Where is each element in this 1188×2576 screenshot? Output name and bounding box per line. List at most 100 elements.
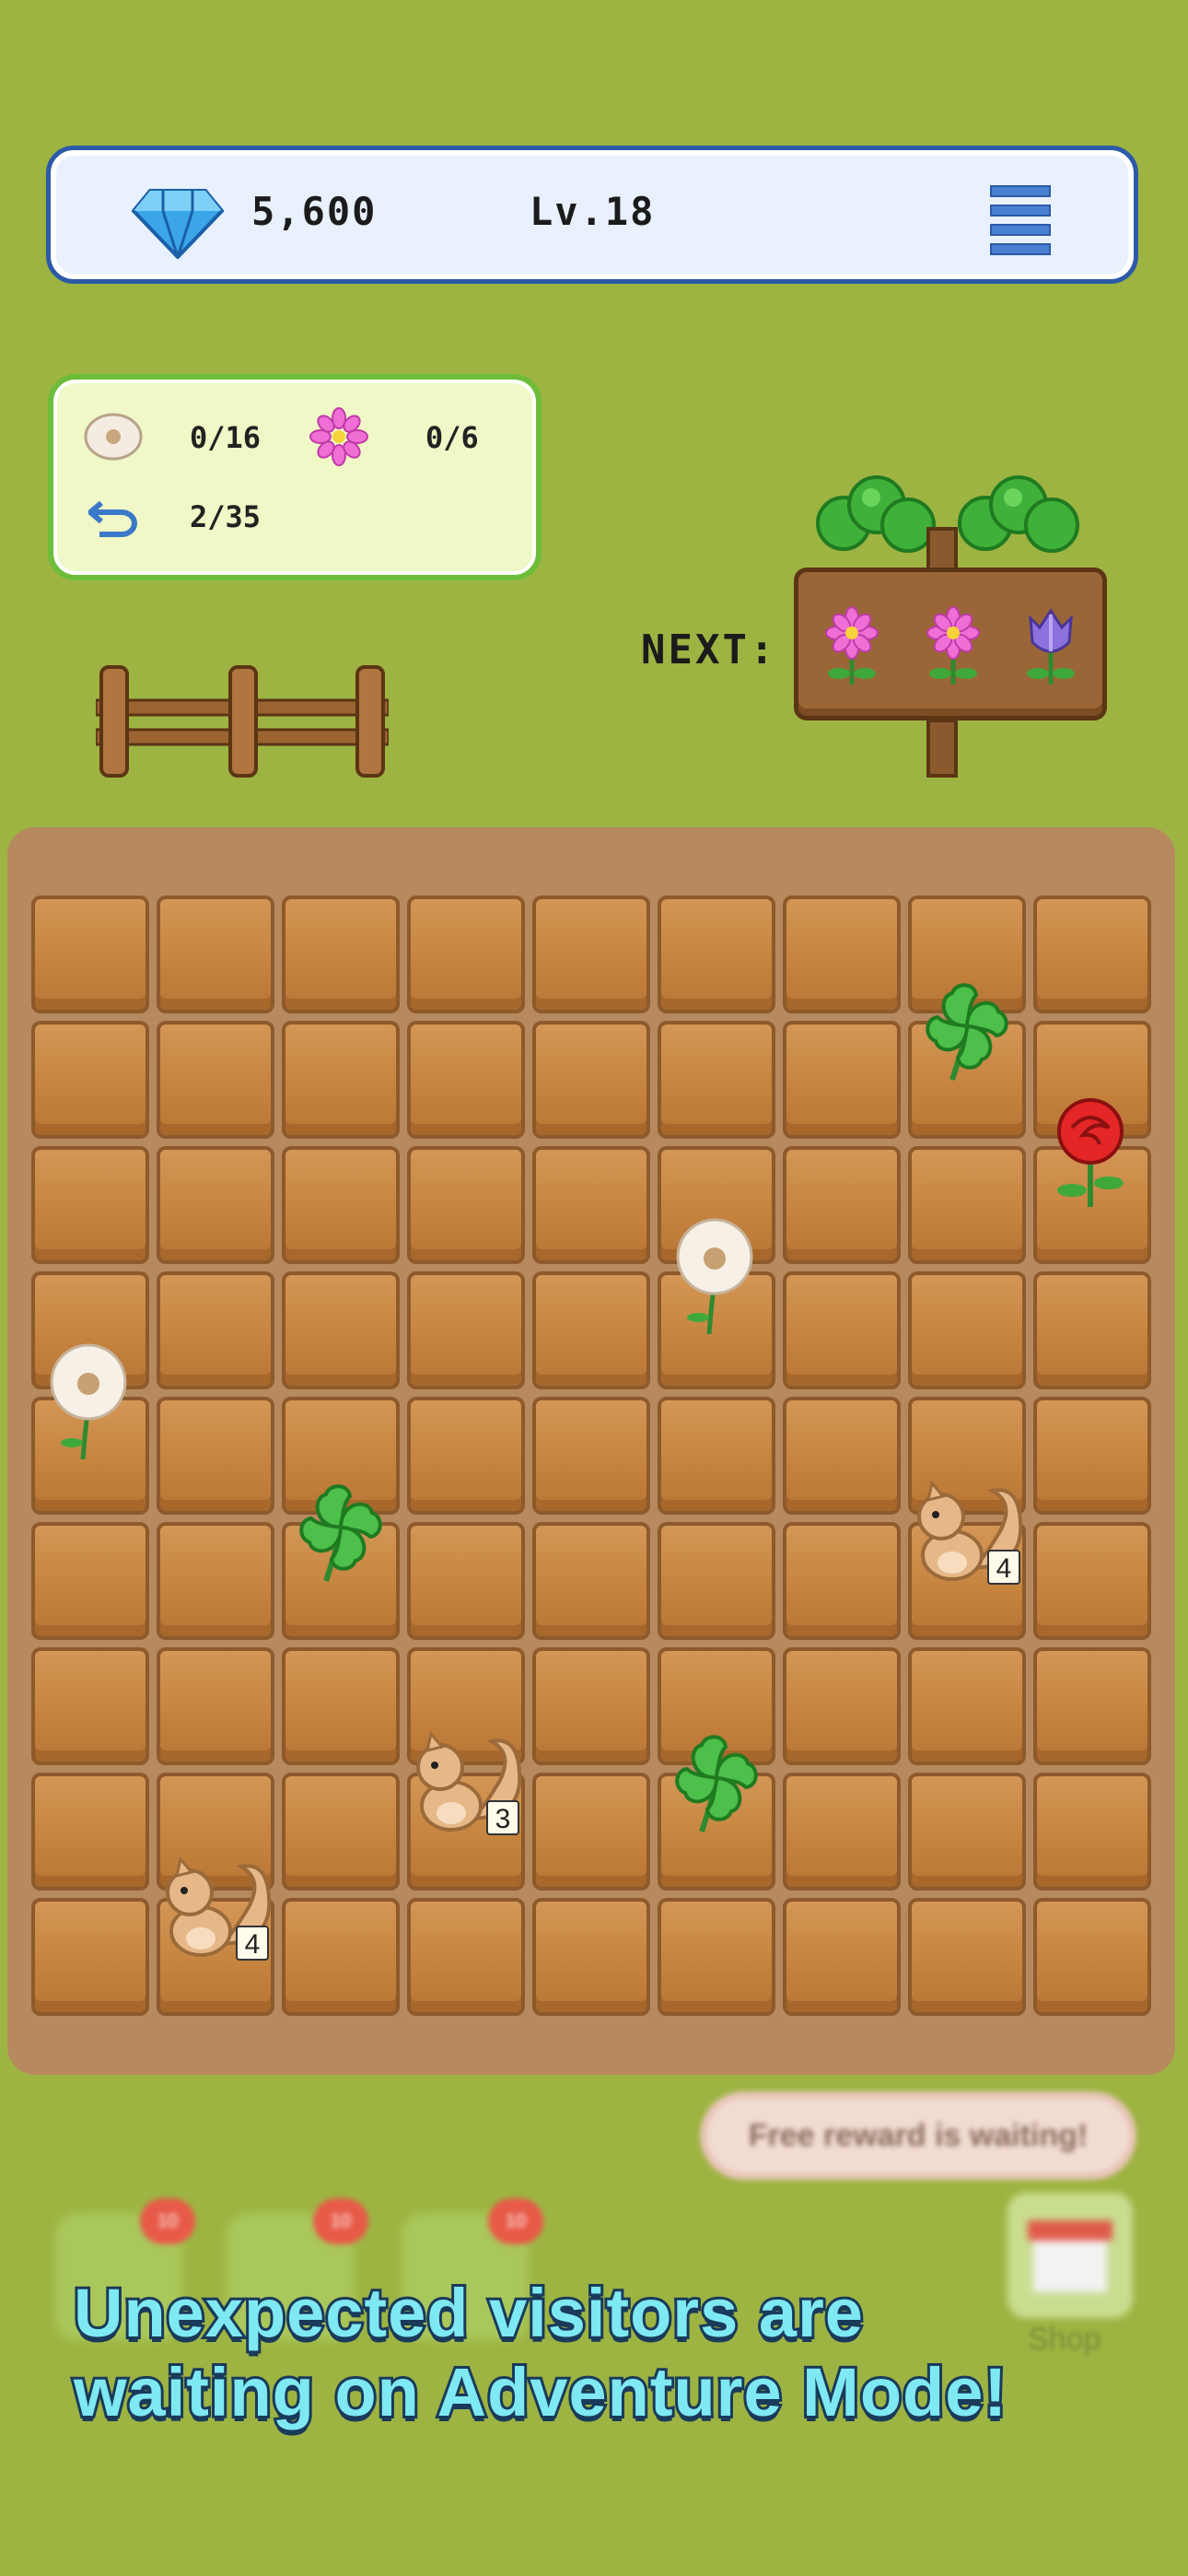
- game-board[interactable]: 4 3 4: [31, 896, 1155, 2020]
- rose-piece[interactable]: [1030, 1091, 1155, 1216]
- board-tile[interactable]: [282, 1898, 400, 2016]
- board-tile[interactable]: [157, 1271, 274, 1389]
- board-tile[interactable]: [1033, 1397, 1151, 1515]
- board-tile[interactable]: [532, 1021, 650, 1139]
- board-tile[interactable]: [282, 1773, 400, 1891]
- sign-post: [926, 527, 958, 573]
- board-tile[interactable]: [532, 1271, 650, 1389]
- moves-count: 2/35: [190, 499, 262, 534]
- booster-badge: 10: [313, 2198, 368, 2244]
- board-tile[interactable]: [282, 1021, 400, 1139]
- board-tile[interactable]: [783, 1522, 901, 1640]
- pink-flower-icon: [926, 606, 980, 685]
- piece-count-badge: 4: [987, 1550, 1020, 1585]
- board-tile[interactable]: [532, 1773, 650, 1891]
- board-tile[interactable]: [1033, 1647, 1151, 1765]
- fence-decoration: [96, 665, 389, 778]
- purple-tulip-icon: [1027, 608, 1075, 685]
- board-tile[interactable]: [1033, 1773, 1151, 1891]
- player-level: Lv.18: [530, 189, 656, 234]
- board-tile[interactable]: [31, 1522, 149, 1640]
- board-tile[interactable]: [532, 1146, 650, 1264]
- board-tile[interactable]: [532, 896, 650, 1013]
- pink-flower-goal-icon: [309, 407, 368, 466]
- dandelion-goal-icon: [84, 413, 143, 461]
- piece-count-badge: 3: [486, 1800, 519, 1835]
- board-tile[interactable]: [532, 1898, 650, 2016]
- board-tile[interactable]: [908, 1647, 1026, 1765]
- board-tile[interactable]: [1033, 1898, 1151, 2016]
- clover-piece[interactable]: [278, 1467, 403, 1592]
- board-tile[interactable]: [1033, 896, 1151, 1013]
- board-tile[interactable]: [407, 1146, 525, 1264]
- board-tile[interactable]: [908, 1271, 1026, 1389]
- squirrel-piece[interactable]: 4: [153, 1843, 278, 1968]
- dandelion-goal-count: 0/16: [190, 420, 262, 455]
- board-tile[interactable]: [908, 1146, 1026, 1264]
- board-tile[interactable]: [157, 1397, 274, 1515]
- board-tile[interactable]: [658, 896, 775, 1013]
- board-tile[interactable]: [31, 896, 149, 1013]
- board-tile[interactable]: [407, 1271, 525, 1389]
- board-tile[interactable]: [31, 1146, 149, 1264]
- board-tile[interactable]: [407, 1021, 525, 1139]
- dandelion-piece[interactable]: [654, 1216, 779, 1341]
- squirrel-piece[interactable]: 4: [904, 1467, 1030, 1592]
- goals-panel: 0/16 0/6 2/35: [48, 374, 542, 580]
- board-tile[interactable]: [908, 1773, 1026, 1891]
- board-tile[interactable]: [31, 1021, 149, 1139]
- board-tile[interactable]: [31, 1898, 149, 2016]
- board-tile[interactable]: [282, 1271, 400, 1389]
- booster-badge: 10: [488, 2198, 543, 2244]
- board-tile[interactable]: [31, 1647, 149, 1765]
- board-tile[interactable]: [1033, 1271, 1151, 1389]
- board-tile[interactable]: [157, 1021, 274, 1139]
- booster-badge: 10: [140, 2198, 195, 2244]
- board-tile[interactable]: [282, 896, 400, 1013]
- board-tile[interactable]: [532, 1397, 650, 1515]
- board-tile[interactable]: [157, 1146, 274, 1264]
- board-tile[interactable]: [783, 1146, 901, 1264]
- board-tile[interactable]: [282, 1647, 400, 1765]
- board-tile[interactable]: [658, 1397, 775, 1515]
- board-tile[interactable]: [783, 1773, 901, 1891]
- board-tile[interactable]: [658, 1021, 775, 1139]
- board-tile[interactable]: [282, 1146, 400, 1264]
- dandelion-piece[interactable]: [28, 1341, 153, 1467]
- board-tile[interactable]: [407, 1522, 525, 1640]
- undo-moves-icon: [88, 500, 137, 537]
- board-tile[interactable]: [783, 1397, 901, 1515]
- hamburger-menu-icon[interactable]: [990, 185, 1051, 255]
- promo-line-1: Unexpected visitors are: [71, 2272, 866, 2354]
- board-tile[interactable]: [783, 1021, 901, 1139]
- board-tile[interactable]: [157, 896, 274, 1013]
- board-tile[interactable]: [783, 896, 901, 1013]
- board-tile[interactable]: [658, 1898, 775, 2016]
- board-tile[interactable]: [407, 1397, 525, 1515]
- board-tile[interactable]: [407, 1898, 525, 2016]
- next-label: NEXT:: [641, 626, 777, 673]
- board-tile[interactable]: [31, 1773, 149, 1891]
- board-tile[interactable]: [407, 896, 525, 1013]
- flower-goal-count: 0/6: [425, 420, 479, 455]
- board-tile[interactable]: [157, 1647, 274, 1765]
- squirrel-piece[interactable]: 3: [403, 1717, 529, 1843]
- board-tile[interactable]: [783, 1898, 901, 2016]
- board-tile[interactable]: [783, 1647, 901, 1765]
- top-status-bar: 5,600 Lv.18: [46, 146, 1138, 284]
- board-tile[interactable]: [658, 1522, 775, 1640]
- board-tile[interactable]: [1033, 1522, 1151, 1640]
- clover-piece[interactable]: [904, 966, 1030, 1091]
- free-reward-button[interactable]: Free reward is waiting!: [700, 2091, 1136, 2180]
- board-tile[interactable]: [908, 1898, 1026, 2016]
- board-tile[interactable]: [157, 1522, 274, 1640]
- next-pieces-sign: [794, 568, 1107, 720]
- board-tile[interactable]: [783, 1271, 901, 1389]
- board-tile[interactable]: [532, 1522, 650, 1640]
- sign-post: [926, 719, 958, 778]
- pink-flower-icon: [825, 606, 879, 685]
- clover-piece[interactable]: [654, 1717, 779, 1843]
- promo-caption: Unexpected visitors are waiting on Adven…: [71, 2272, 1114, 2433]
- board-tile[interactable]: [532, 1647, 650, 1765]
- piece-count-badge: 4: [236, 1926, 269, 1961]
